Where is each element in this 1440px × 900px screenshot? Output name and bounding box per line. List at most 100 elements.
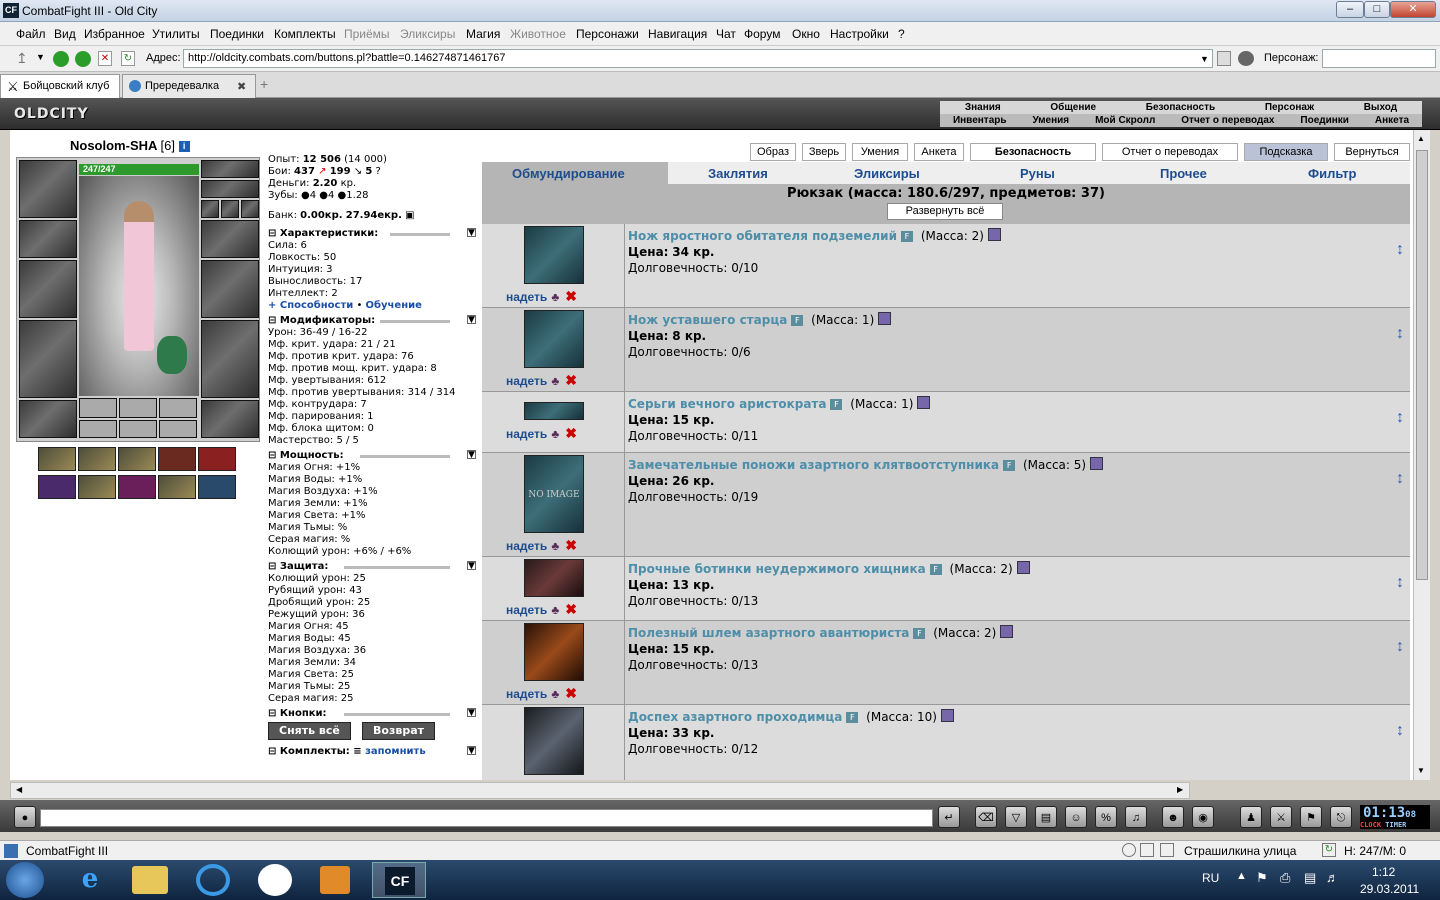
remove-all-button[interactable]: Снять всё — [268, 722, 351, 740]
earrings-icon[interactable] — [524, 402, 584, 420]
bracers-slot[interactable] — [19, 220, 77, 258]
section-sets[interactable]: ⊟ Комплекты: ≡ запомнить ▼ — [268, 746, 480, 758]
refresh-icon[interactable]: ↻ — [121, 51, 135, 66]
move-arrows-icon[interactable]: ↕ — [1396, 471, 1404, 487]
menu-item[interactable]: Вид — [54, 27, 76, 41]
tab-spells[interactable]: Заклятия — [708, 166, 768, 181]
feature-icon[interactable]: F — [1003, 460, 1016, 471]
ring-slot-2[interactable] — [221, 200, 239, 218]
security-button[interactable]: Безопасность — [970, 143, 1096, 161]
taskbar-time[interactable]: 1:12 — [1372, 865, 1395, 879]
scroll-up-icon[interactable]: ▲ — [1417, 134, 1425, 143]
horizontal-scrollbar[interactable]: ◀ ▶ — [10, 782, 1190, 799]
offhand-slot[interactable] — [201, 260, 259, 318]
image-button[interactable]: Образ — [750, 143, 796, 161]
security-icon[interactable] — [1217, 51, 1231, 66]
menu-item[interactable]: Персонажи — [576, 27, 639, 41]
move-arrows-icon[interactable]: ↕ — [1396, 242, 1404, 258]
rune-slot[interactable] — [79, 398, 117, 418]
tab-fight-club[interactable]: ⚔ Бойцовский клуб — [0, 74, 120, 98]
item-name[interactable]: Нож яростного обитателя подземелий — [628, 229, 897, 243]
feature-icon[interactable]: F — [846, 712, 859, 723]
earrings-slot[interactable] — [201, 160, 259, 178]
section-characteristics[interactable]: ⊟ Характеристики: ▼ — [268, 228, 480, 240]
item-name[interactable]: Прочные ботинки неудержимого хищника — [628, 562, 926, 576]
menu-item[interactable]: Форум — [744, 27, 780, 41]
menu-item[interactable]: Чат — [716, 27, 736, 41]
menu-item[interactable]: Утилиты — [152, 27, 200, 41]
spell-slot[interactable] — [118, 475, 156, 499]
menu-item[interactable]: Магия — [466, 27, 500, 41]
gift-icon[interactable] — [987, 228, 1001, 241]
menu-item[interactable]: Поединки — [210, 27, 264, 41]
new-tab-icon[interactable]: + — [260, 76, 268, 92]
combatfight-taskbar-icon[interactable]: CF — [385, 867, 415, 895]
gift-icon[interactable] — [1000, 625, 1014, 638]
send-icon[interactable]: ↵ — [938, 806, 960, 828]
users-icon[interactable] — [1238, 51, 1254, 66]
character-portrait[interactable] — [79, 176, 199, 396]
character-name[interactable]: Nosolom-SHA [6] i — [70, 138, 190, 153]
spell-slot[interactable] — [38, 447, 76, 471]
belt-slot[interactable] — [19, 400, 77, 438]
ie-icon[interactable]: e — [70, 864, 110, 896]
minimize-button[interactable]: – — [1336, 1, 1364, 18]
reload-status-icon[interactable]: ↻ — [1322, 843, 1336, 857]
menu-item[interactable]: Файл — [16, 27, 46, 41]
address-input[interactable]: http://oldcity.combats.com/buttons.pl?ba… — [183, 49, 1213, 68]
rune-slot[interactable] — [79, 420, 117, 438]
media-player-icon[interactable] — [320, 866, 350, 894]
scroll-right-icon[interactable]: ▶ — [1177, 785, 1183, 794]
heart-spell-icon[interactable] — [158, 447, 196, 471]
move-arrows-icon[interactable]: ↕ — [1396, 575, 1404, 591]
profile-button[interactable]: Анкета — [914, 143, 964, 161]
flag-icon[interactable]: ⚑ — [1256, 870, 1268, 886]
nav-character[interactable]: Персонаж — [1265, 102, 1314, 113]
spell-slot[interactable] — [78, 447, 116, 471]
delete-icon[interactable]: ✖ — [565, 288, 577, 304]
chat-input[interactable] — [40, 809, 933, 827]
search-app-icon[interactable] — [196, 864, 230, 896]
tab-elixirs[interactable]: Эликсиры — [854, 166, 920, 181]
music-icon[interactable]: ♫ — [1125, 806, 1147, 828]
feature-icon[interactable]: F — [791, 315, 804, 326]
expand-all-button[interactable]: Развернуть всё — [887, 203, 1003, 220]
paw-icon[interactable]: ♣ — [551, 687, 559, 701]
move-arrows-icon[interactable]: ↕ — [1396, 326, 1404, 342]
menu-item[interactable]: Настройки — [830, 27, 889, 41]
back-button[interactable]: Вернуться — [1334, 143, 1410, 161]
helmet-icon[interactable] — [524, 623, 584, 681]
percent-icon[interactable]: % — [1095, 806, 1117, 828]
feature-icon[interactable]: F — [929, 564, 942, 575]
nav-inventory[interactable]: Инвентарь — [953, 115, 1007, 126]
smiley-icon[interactable]: ☻ — [1162, 806, 1184, 828]
window-status-icon[interactable] — [1140, 843, 1154, 857]
scroll-left-icon[interactable]: ◀ — [16, 785, 22, 794]
spell-slot[interactable] — [198, 447, 236, 471]
boots-icon[interactable] — [524, 559, 584, 597]
paw-icon[interactable]: ♣ — [551, 427, 559, 441]
printer-icon[interactable]: ⎙ — [1280, 870, 1290, 886]
no-image-placeholder[interactable]: NO IMAGE — [524, 455, 584, 533]
save-icon[interactable]: ▤ — [1035, 806, 1057, 828]
gift-icon[interactable] — [1016, 561, 1030, 574]
gloves-slot[interactable] — [201, 220, 259, 258]
nav-transfer-report[interactable]: Отчет о переводах — [1181, 115, 1274, 126]
spell-slot[interactable] — [38, 475, 76, 499]
feature-icon[interactable]: F — [900, 231, 913, 242]
person-select[interactable] — [1322, 49, 1436, 68]
tab-runes[interactable]: Руны — [1020, 166, 1055, 181]
skills-button[interactable]: Умения — [852, 143, 908, 161]
wear-link[interactable]: надеть — [506, 687, 547, 701]
panda-icon[interactable] — [258, 864, 292, 896]
move-arrows-icon[interactable]: ↕ — [1396, 723, 1404, 739]
character-icon[interactable]: ♟ — [1240, 806, 1262, 828]
item-name[interactable]: Замечательные поножи азартного клятвоотс… — [628, 458, 999, 472]
wear-link[interactable]: надеть — [506, 427, 547, 441]
address-dropdown-icon[interactable]: ▼ — [1200, 54, 1209, 64]
start-button[interactable] — [6, 862, 44, 898]
section-protection[interactable]: ⊟ Защита: ▼ — [268, 561, 480, 573]
menu-item[interactable]: Окно — [792, 27, 820, 41]
hint-button[interactable]: Подсказка — [1244, 143, 1328, 161]
item-name[interactable]: Полезный шлем азартного авантюриста — [628, 626, 909, 640]
